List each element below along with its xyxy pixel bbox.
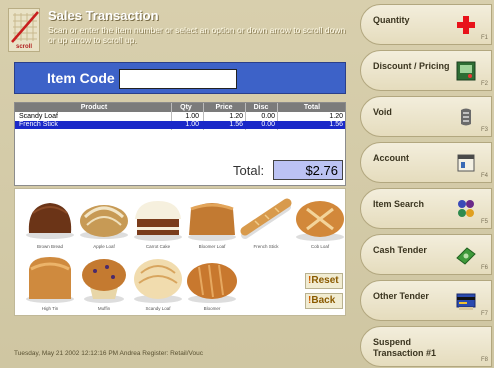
row-product: Scandy Loaf bbox=[19, 113, 58, 120]
product-grid: Brown Bread Apple Loaf Carrot Cake Bloom… bbox=[14, 188, 346, 316]
red-plus-icon bbox=[457, 16, 475, 34]
discount-pricing-button[interactable]: Discount / Pricing F2 bbox=[360, 50, 492, 91]
product-tile-muffin[interactable]: Muffin bbox=[77, 253, 131, 315]
back-button[interactable]: !Back bbox=[305, 293, 343, 309]
product-name: Bloomer Loaf bbox=[198, 244, 226, 249]
fkey-label: F7 bbox=[480, 311, 488, 317]
column-header-qty: Qty bbox=[180, 104, 192, 111]
fkey-label: F6 bbox=[480, 265, 488, 271]
column-header-price: Price bbox=[215, 104, 233, 111]
product-name: Carrot Cake bbox=[145, 244, 171, 249]
product-tile-bloomer-loaf[interactable]: Bloomer Loaf bbox=[185, 191, 239, 253]
pos-window: scroll Sales Transaction Scan or enter t… bbox=[0, 0, 494, 368]
row-total: 1.20 bbox=[329, 113, 343, 120]
cash-tender-label: Cash Tender bbox=[373, 245, 427, 255]
discount-icon bbox=[456, 61, 476, 81]
void-icon bbox=[461, 108, 471, 126]
transaction-panel: Product Qty Price Disc Total Scandy Loaf… bbox=[14, 102, 346, 186]
product-name: Brown Bread bbox=[36, 244, 63, 249]
product-name: Cob Loaf bbox=[310, 244, 330, 249]
account-icon bbox=[457, 154, 475, 172]
header: scroll Sales Transaction Scan or enter t… bbox=[0, 0, 356, 58]
product-tile-carrot-cake[interactable]: Carrot Cake bbox=[131, 191, 185, 253]
row-qty: 1.00 bbox=[185, 121, 199, 128]
cash-icon bbox=[456, 247, 476, 265]
fkey-label: F1 bbox=[480, 35, 488, 41]
item-search-button[interactable]: Item Search F5 bbox=[360, 188, 492, 229]
product-name: Muffin bbox=[97, 306, 111, 311]
french-stick-icon bbox=[240, 198, 292, 239]
bloomer-icon bbox=[187, 263, 237, 303]
void-button[interactable]: Void F3 bbox=[360, 96, 492, 137]
bloomer-loaf-icon bbox=[188, 203, 236, 241]
fkey-label: F4 bbox=[480, 173, 488, 179]
logo-label: scroll bbox=[15, 44, 32, 50]
column-header-product: Product bbox=[80, 104, 108, 111]
item-code-input[interactable] bbox=[119, 69, 237, 89]
row-total: 1.56 bbox=[329, 121, 343, 128]
fkey-label: F3 bbox=[480, 127, 488, 133]
product-tile-bloomer[interactable]: Bloomer bbox=[185, 253, 239, 315]
table-header: Product Qty Price Disc Total bbox=[15, 103, 345, 112]
item-code-bar: Item Code bbox=[14, 62, 346, 94]
cob-loaf-icon bbox=[296, 201, 344, 241]
product-tile-brown-bread[interactable]: Brown Bread bbox=[23, 191, 77, 253]
column-header-total: Total bbox=[303, 104, 321, 111]
account-label: Account bbox=[373, 153, 409, 163]
app-logo: scroll bbox=[8, 8, 40, 52]
muffin-icon bbox=[82, 259, 126, 303]
row-qty: 1.00 bbox=[185, 113, 199, 120]
cash-tender-button[interactable]: Cash Tender F6 bbox=[360, 234, 492, 275]
instruction-text: Scan or enter the item number or select … bbox=[48, 25, 346, 45]
other-tender-button[interactable]: Other Tender F7 bbox=[360, 280, 492, 321]
column-header-disc: Disc bbox=[253, 104, 269, 111]
product-tile-apple-loaf[interactable]: Apple Loaf bbox=[77, 191, 131, 253]
total-value: $2.76 bbox=[273, 160, 343, 180]
product-name: High Tin bbox=[41, 306, 59, 311]
row-disc: 0.00 bbox=[261, 113, 275, 120]
product-tile-french-stick[interactable]: French Stick bbox=[239, 191, 293, 253]
search-icon bbox=[458, 200, 474, 217]
product-name: Bloomer bbox=[203, 306, 221, 311]
discount-pricing-label: Discount / Pricing bbox=[373, 61, 450, 71]
product-name: Scandy Loaf bbox=[145, 306, 171, 311]
quantity-label: Quantity bbox=[373, 15, 410, 25]
card-icon bbox=[456, 293, 476, 310]
carrot-cake-icon bbox=[134, 201, 182, 241]
table-row[interactable]: Scandy Loaf 1.00 1.20 0.00 1.20 bbox=[15, 113, 345, 121]
void-label: Void bbox=[373, 107, 392, 117]
account-button[interactable]: Account F4 bbox=[360, 142, 492, 183]
row-disc: 0.00 bbox=[261, 121, 275, 128]
reset-button[interactable]: !Reset bbox=[305, 273, 343, 289]
back-label: Back bbox=[311, 295, 336, 306]
fkey-label: F8 bbox=[480, 357, 488, 363]
row-product: French Stick bbox=[19, 121, 58, 128]
row-price: 1.56 bbox=[229, 121, 243, 128]
brown-bread-icon bbox=[26, 203, 74, 239]
page-title: Sales Transaction bbox=[48, 8, 159, 23]
quantity-button[interactable]: Quantity F1 bbox=[360, 4, 492, 45]
scandy-loaf-icon bbox=[134, 259, 182, 303]
suspend-transaction-label: Suspend Transaction #1 bbox=[373, 337, 437, 358]
item-search-label: Item Search bbox=[373, 199, 425, 209]
fkey-label: F5 bbox=[480, 219, 488, 225]
high-tin-icon bbox=[26, 257, 74, 303]
product-tile-scandy-loaf[interactable]: Scandy Loaf bbox=[131, 253, 185, 315]
apple-loaf-icon bbox=[80, 205, 128, 239]
suspend-transaction-button[interactable]: Suspend Transaction #1 F8 bbox=[360, 326, 492, 367]
row-price: 1.20 bbox=[229, 113, 243, 120]
product-tile-cob-loaf[interactable]: Cob Loaf bbox=[293, 191, 347, 253]
other-tender-label: Other Tender bbox=[373, 291, 429, 301]
product-name: Apple Loaf bbox=[93, 244, 115, 249]
item-code-label: Item Code bbox=[47, 70, 115, 86]
function-buttons: Quantity F1 Discount / Pricing F2 Void F… bbox=[356, 0, 494, 368]
product-name: French Stick bbox=[253, 244, 279, 249]
total-label: Total: bbox=[233, 163, 265, 178]
product-tile-high-tin[interactable]: High Tin bbox=[23, 253, 77, 315]
fkey-label: F2 bbox=[480, 81, 488, 87]
reset-label: Reset bbox=[311, 275, 339, 286]
status-bar: Tuesday, May 21 2002 12:12:16 PM Andrea … bbox=[14, 350, 203, 357]
table-row-selected[interactable]: French Stick 1.00 1.56 0.00 1.56 bbox=[15, 121, 345, 129]
